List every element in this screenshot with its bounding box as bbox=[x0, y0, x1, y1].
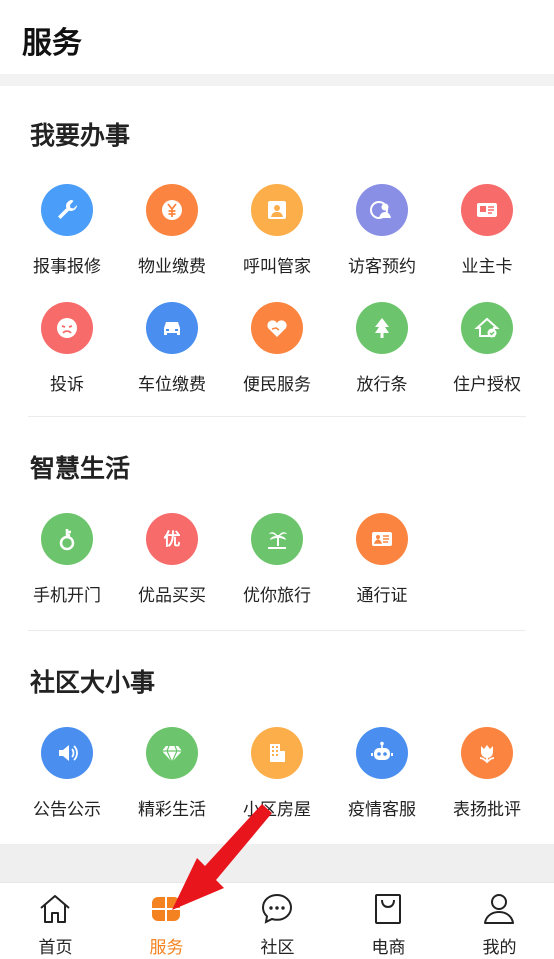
section-title: 智慧生活 bbox=[30, 454, 131, 483]
tab-ecommerce[interactable]: 电商 bbox=[333, 883, 444, 959]
tab-label: 首页 bbox=[38, 938, 73, 958]
shopping-bag-icon bbox=[375, 894, 401, 924]
service-label: 物业缴费 bbox=[138, 257, 206, 277]
service-label: 通行证 bbox=[356, 586, 408, 606]
service-label: 优你旅行 bbox=[243, 586, 311, 606]
building-icon bbox=[251, 727, 303, 779]
service-label: 精彩生活 bbox=[138, 800, 206, 820]
car-icon bbox=[146, 302, 198, 354]
tab-label: 服务 bbox=[149, 938, 184, 958]
service-label: 表扬批评 bbox=[453, 800, 521, 820]
service-label: 投诉 bbox=[50, 375, 84, 395]
palm-tree-icon bbox=[251, 513, 303, 565]
service-item-pass[interactable]: 通行证 bbox=[330, 513, 434, 623]
service-item-resident-auth[interactable]: 住户授权 bbox=[435, 302, 539, 412]
service-item-wonderful-life[interactable]: 精彩生活 bbox=[120, 727, 224, 837]
tab-label: 我的 bbox=[482, 938, 517, 958]
diamond-icon bbox=[146, 727, 198, 779]
service-item-shopping[interactable]: 优 优品买买 bbox=[120, 513, 224, 623]
page-title: 服务 bbox=[22, 26, 82, 61]
you-icon: 优 bbox=[146, 513, 198, 565]
service-label: 优品买买 bbox=[138, 586, 206, 606]
service-item-epidemic-service[interactable]: 疫情客服 bbox=[330, 727, 434, 837]
chat-icon bbox=[261, 893, 293, 924]
service-item-repair[interactable]: 报事报修 bbox=[15, 184, 119, 294]
service-label: 疫情客服 bbox=[348, 800, 416, 820]
tab-label: 社区 bbox=[260, 938, 295, 958]
home-icon bbox=[40, 895, 70, 923]
service-item-feedback[interactable]: 表扬批评 bbox=[435, 727, 539, 837]
service-label: 便民服务 bbox=[243, 375, 311, 395]
service-item-release-pass[interactable]: 放行条 bbox=[330, 302, 434, 412]
sad-face-icon bbox=[41, 302, 93, 354]
tab-label: 电商 bbox=[371, 938, 406, 958]
tree-up-icon bbox=[356, 302, 408, 354]
svg-text:优: 优 bbox=[164, 529, 181, 550]
service-item-housing[interactable]: 小区房屋 bbox=[225, 727, 329, 837]
butler-icon bbox=[251, 184, 303, 236]
service-item-parking-fee[interactable]: 车位缴费 bbox=[120, 302, 224, 412]
visitor-icon bbox=[356, 184, 408, 236]
tab-mine[interactable]: 我的 bbox=[444, 883, 554, 959]
tulip-icon bbox=[461, 727, 513, 779]
service-item-owner-card[interactable]: 业主卡 bbox=[435, 184, 539, 294]
service-label: 住户授权 bbox=[453, 375, 521, 395]
bottom-tab-bar: 首页 服务 社区 电商 我的 bbox=[0, 882, 554, 959]
house-check-icon bbox=[461, 302, 513, 354]
content-bottom-spacer bbox=[0, 844, 554, 882]
card-icon bbox=[461, 184, 513, 236]
page-header: 服务 bbox=[0, 0, 554, 74]
service-item-property-fee[interactable]: 物业缴费 bbox=[120, 184, 224, 294]
service-item-phone-door[interactable]: 手机开门 bbox=[15, 513, 119, 623]
service-label: 业主卡 bbox=[461, 257, 513, 277]
service-item-complaint[interactable]: 投诉 bbox=[15, 302, 119, 412]
service-label: 公告公示 bbox=[33, 800, 101, 820]
service-icon bbox=[152, 897, 180, 921]
pass-card-icon bbox=[356, 513, 408, 565]
services-card: 我要办事 报事报修 物业缴费 呼叫管家 访客预约 业主卡 投诉 车位缴费 便民服… bbox=[0, 86, 554, 844]
key-icon bbox=[41, 513, 93, 565]
service-item-notice[interactable]: 公告公示 bbox=[15, 727, 119, 837]
robot-icon bbox=[356, 727, 408, 779]
service-item-travel[interactable]: 优你旅行 bbox=[225, 513, 329, 623]
service-label: 放行条 bbox=[356, 375, 408, 395]
service-label: 访客预约 bbox=[348, 257, 416, 277]
user-icon bbox=[484, 894, 514, 924]
service-label: 车位缴费 bbox=[138, 375, 206, 395]
tab-community[interactable]: 社区 bbox=[222, 883, 333, 959]
service-item-call-butler[interactable]: 呼叫管家 bbox=[225, 184, 329, 294]
tab-home[interactable]: 首页 bbox=[0, 883, 111, 959]
tab-service[interactable]: 服务 bbox=[111, 883, 222, 959]
service-item-convenience[interactable]: 便民服务 bbox=[225, 302, 329, 412]
section-divider bbox=[28, 416, 526, 417]
service-label: 小区房屋 bbox=[243, 800, 311, 820]
section-title: 社区大小事 bbox=[30, 668, 156, 697]
service-label: 报事报修 bbox=[33, 257, 101, 277]
heart-hand-icon bbox=[251, 302, 303, 354]
service-label: 呼叫管家 bbox=[243, 257, 311, 277]
service-label: 手机开门 bbox=[33, 586, 101, 606]
service-item-visitor[interactable]: 访客预约 bbox=[330, 184, 434, 294]
wrench-icon bbox=[41, 184, 93, 236]
section-divider bbox=[28, 630, 526, 631]
section-title: 我要办事 bbox=[30, 121, 131, 150]
yen-icon bbox=[146, 184, 198, 236]
speaker-icon bbox=[41, 727, 93, 779]
